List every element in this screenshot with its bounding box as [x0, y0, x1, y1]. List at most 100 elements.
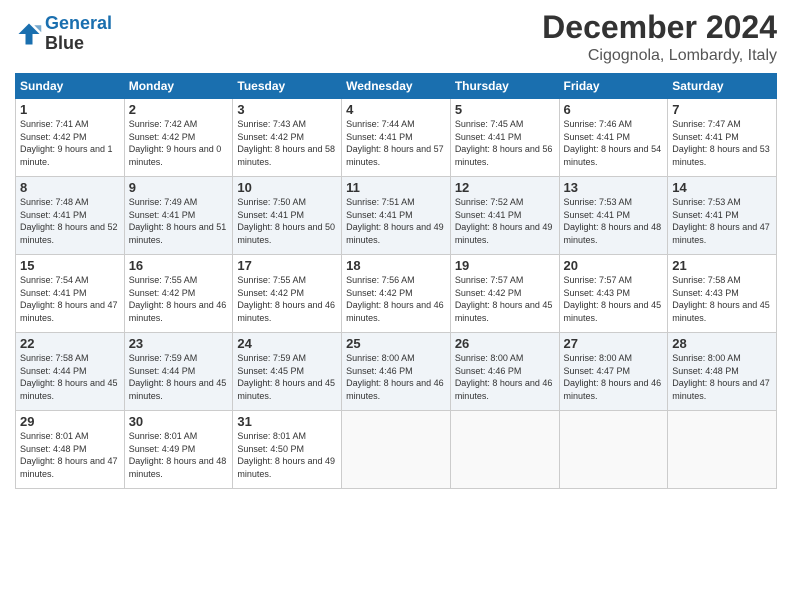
calendar-cell: 9 Sunrise: 7:49 AMSunset: 4:41 PMDayligh…: [124, 177, 233, 255]
page-header: GeneralBlue December 2024 Cigognola, Lom…: [15, 10, 777, 65]
day-number: 12: [455, 180, 555, 195]
calendar-cell: 6 Sunrise: 7:46 AMSunset: 4:41 PMDayligh…: [559, 99, 668, 177]
day-number: 20: [564, 258, 664, 273]
calendar-cell: 1 Sunrise: 7:41 AMSunset: 4:42 PMDayligh…: [16, 99, 125, 177]
day-info: Sunrise: 7:41 AMSunset: 4:42 PMDaylight:…: [20, 118, 120, 168]
calendar-cell: 25 Sunrise: 8:00 AMSunset: 4:46 PMDaylig…: [342, 333, 451, 411]
calendar-container: GeneralBlue December 2024 Cigognola, Lom…: [0, 0, 792, 612]
col-saturday: Saturday: [668, 74, 777, 99]
day-info: Sunrise: 7:52 AMSunset: 4:41 PMDaylight:…: [455, 196, 555, 246]
day-number: 21: [672, 258, 772, 273]
calendar-cell: 31 Sunrise: 8:01 AMSunset: 4:50 PMDaylig…: [233, 411, 342, 489]
day-number: 14: [672, 180, 772, 195]
calendar-cell: 24 Sunrise: 7:59 AMSunset: 4:45 PMDaylig…: [233, 333, 342, 411]
day-number: 29: [20, 414, 120, 429]
day-number: 24: [237, 336, 337, 351]
calendar-cell: 26 Sunrise: 8:00 AMSunset: 4:46 PMDaylig…: [450, 333, 559, 411]
day-info: Sunrise: 7:59 AMSunset: 4:45 PMDaylight:…: [237, 352, 337, 402]
calendar-cell: 12 Sunrise: 7:52 AMSunset: 4:41 PMDaylig…: [450, 177, 559, 255]
calendar-cell: 21 Sunrise: 7:58 AMSunset: 4:43 PMDaylig…: [668, 255, 777, 333]
day-info: Sunrise: 7:54 AMSunset: 4:41 PMDaylight:…: [20, 274, 120, 324]
day-info: Sunrise: 7:55 AMSunset: 4:42 PMDaylight:…: [129, 274, 229, 324]
day-info: Sunrise: 7:49 AMSunset: 4:41 PMDaylight:…: [129, 196, 229, 246]
calendar-week-row: 1 Sunrise: 7:41 AMSunset: 4:42 PMDayligh…: [16, 99, 777, 177]
day-number: 5: [455, 102, 555, 117]
calendar-week-row: 22 Sunrise: 7:58 AMSunset: 4:44 PMDaylig…: [16, 333, 777, 411]
day-info: Sunrise: 7:42 AMSunset: 4:42 PMDaylight:…: [129, 118, 229, 168]
day-info: Sunrise: 7:55 AMSunset: 4:42 PMDaylight:…: [237, 274, 337, 324]
calendar-cell: 29 Sunrise: 8:01 AMSunset: 4:48 PMDaylig…: [16, 411, 125, 489]
calendar-cell: 13 Sunrise: 7:53 AMSunset: 4:41 PMDaylig…: [559, 177, 668, 255]
col-sunday: Sunday: [16, 74, 125, 99]
day-info: Sunrise: 8:00 AMSunset: 4:46 PMDaylight:…: [455, 352, 555, 402]
day-info: Sunrise: 7:53 AMSunset: 4:41 PMDaylight:…: [564, 196, 664, 246]
day-number: 16: [129, 258, 229, 273]
day-info: Sunrise: 7:59 AMSunset: 4:44 PMDaylight:…: [129, 352, 229, 402]
day-number: 18: [346, 258, 446, 273]
logo: GeneralBlue: [15, 14, 112, 54]
calendar-cell: 28 Sunrise: 8:00 AMSunset: 4:48 PMDaylig…: [668, 333, 777, 411]
calendar-cell: 2 Sunrise: 7:42 AMSunset: 4:42 PMDayligh…: [124, 99, 233, 177]
location-text: Cigognola, Lombardy, Italy: [542, 47, 777, 65]
day-number: 6: [564, 102, 664, 117]
day-number: 15: [20, 258, 120, 273]
day-info: Sunrise: 8:00 AMSunset: 4:46 PMDaylight:…: [346, 352, 446, 402]
calendar-cell: 10 Sunrise: 7:50 AMSunset: 4:41 PMDaylig…: [233, 177, 342, 255]
calendar-cell: 11 Sunrise: 7:51 AMSunset: 4:41 PMDaylig…: [342, 177, 451, 255]
col-tuesday: Tuesday: [233, 74, 342, 99]
day-number: 9: [129, 180, 229, 195]
calendar-cell: 5 Sunrise: 7:45 AMSunset: 4:41 PMDayligh…: [450, 99, 559, 177]
day-number: 30: [129, 414, 229, 429]
calendar-cell: [342, 411, 451, 489]
day-info: Sunrise: 7:57 AMSunset: 4:43 PMDaylight:…: [564, 274, 664, 324]
calendar-cell: [450, 411, 559, 489]
calendar-cell: 18 Sunrise: 7:56 AMSunset: 4:42 PMDaylig…: [342, 255, 451, 333]
calendar-cell: 8 Sunrise: 7:48 AMSunset: 4:41 PMDayligh…: [16, 177, 125, 255]
day-number: 4: [346, 102, 446, 117]
day-number: 25: [346, 336, 446, 351]
calendar-cell: [668, 411, 777, 489]
calendar-cell: 30 Sunrise: 8:01 AMSunset: 4:49 PMDaylig…: [124, 411, 233, 489]
day-info: Sunrise: 8:01 AMSunset: 4:50 PMDaylight:…: [237, 430, 337, 480]
day-number: 2: [129, 102, 229, 117]
calendar-header-row: Sunday Monday Tuesday Wednesday Thursday…: [16, 74, 777, 99]
day-number: 31: [237, 414, 337, 429]
calendar-cell: 7 Sunrise: 7:47 AMSunset: 4:41 PMDayligh…: [668, 99, 777, 177]
day-info: Sunrise: 7:44 AMSunset: 4:41 PMDaylight:…: [346, 118, 446, 168]
calendar-cell: 14 Sunrise: 7:53 AMSunset: 4:41 PMDaylig…: [668, 177, 777, 255]
title-block: December 2024 Cigognola, Lombardy, Italy: [542, 10, 777, 65]
day-info: Sunrise: 7:43 AMSunset: 4:42 PMDaylight:…: [237, 118, 337, 168]
calendar-week-row: 29 Sunrise: 8:01 AMSunset: 4:48 PMDaylig…: [16, 411, 777, 489]
day-info: Sunrise: 7:50 AMSunset: 4:41 PMDaylight:…: [237, 196, 337, 246]
day-number: 17: [237, 258, 337, 273]
day-number: 8: [20, 180, 120, 195]
day-number: 13: [564, 180, 664, 195]
day-number: 1: [20, 102, 120, 117]
day-info: Sunrise: 7:47 AMSunset: 4:41 PMDaylight:…: [672, 118, 772, 168]
day-info: Sunrise: 7:53 AMSunset: 4:41 PMDaylight:…: [672, 196, 772, 246]
day-info: Sunrise: 7:58 AMSunset: 4:44 PMDaylight:…: [20, 352, 120, 402]
col-thursday: Thursday: [450, 74, 559, 99]
day-number: 3: [237, 102, 337, 117]
day-number: 28: [672, 336, 772, 351]
calendar-cell: 23 Sunrise: 7:59 AMSunset: 4:44 PMDaylig…: [124, 333, 233, 411]
calendar-cell: 16 Sunrise: 7:55 AMSunset: 4:42 PMDaylig…: [124, 255, 233, 333]
day-info: Sunrise: 8:01 AMSunset: 4:49 PMDaylight:…: [129, 430, 229, 480]
calendar-cell: 19 Sunrise: 7:57 AMSunset: 4:42 PMDaylig…: [450, 255, 559, 333]
day-info: Sunrise: 7:45 AMSunset: 4:41 PMDaylight:…: [455, 118, 555, 168]
day-number: 7: [672, 102, 772, 117]
col-wednesday: Wednesday: [342, 74, 451, 99]
day-info: Sunrise: 7:58 AMSunset: 4:43 PMDaylight:…: [672, 274, 772, 324]
day-info: Sunrise: 7:46 AMSunset: 4:41 PMDaylight:…: [564, 118, 664, 168]
day-info: Sunrise: 7:48 AMSunset: 4:41 PMDaylight:…: [20, 196, 120, 246]
calendar-week-row: 8 Sunrise: 7:48 AMSunset: 4:41 PMDayligh…: [16, 177, 777, 255]
day-info: Sunrise: 7:57 AMSunset: 4:42 PMDaylight:…: [455, 274, 555, 324]
day-info: Sunrise: 8:00 AMSunset: 4:48 PMDaylight:…: [672, 352, 772, 402]
month-title: December 2024: [542, 10, 777, 45]
calendar-cell: [559, 411, 668, 489]
day-number: 10: [237, 180, 337, 195]
calendar-cell: 4 Sunrise: 7:44 AMSunset: 4:41 PMDayligh…: [342, 99, 451, 177]
calendar-cell: 20 Sunrise: 7:57 AMSunset: 4:43 PMDaylig…: [559, 255, 668, 333]
logo-icon: [15, 20, 43, 48]
day-number: 26: [455, 336, 555, 351]
